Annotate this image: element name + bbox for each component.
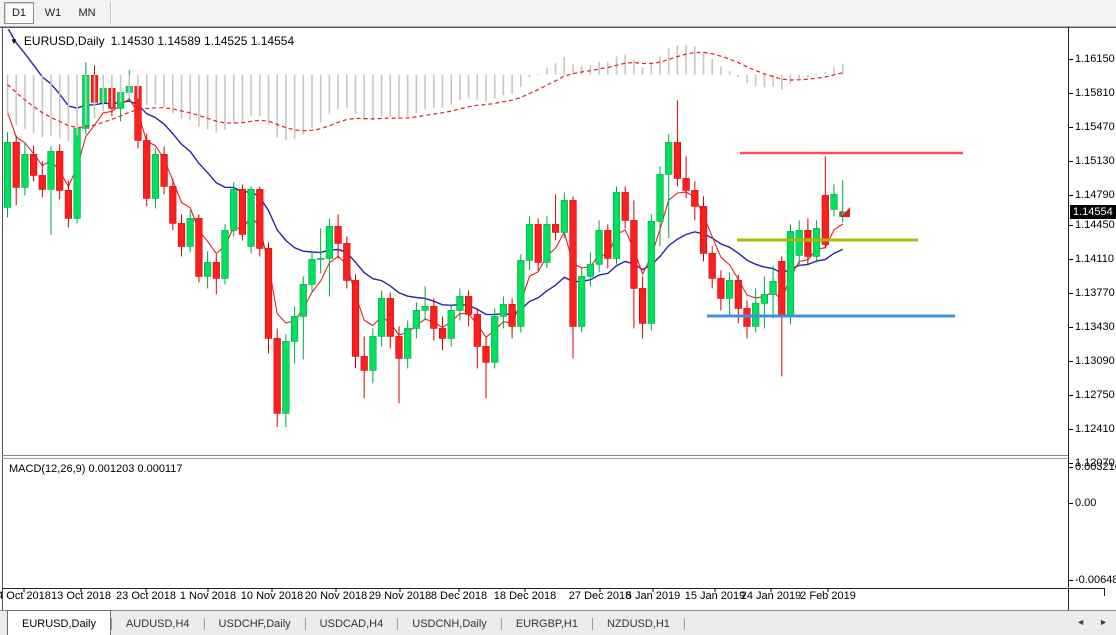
price-scale-label: 1.13090 <box>1075 355 1115 367</box>
collapse-caret-icon[interactable]: ▼ <box>10 37 18 46</box>
price-scale-tick <box>1069 59 1073 60</box>
price-scale-tick <box>1069 463 1073 464</box>
macd-scale-label: 0.003216 <box>1075 461 1116 473</box>
chart-ohlc-values: 1.14530 1.14589 1.14525 1.14554 <box>110 34 295 48</box>
chart-tab-bar: EURUSD,Daily AUDUSD,H4 USDCHF,Daily USDCAD,… <box>0 610 1116 635</box>
price-scale-label: 1.16150 <box>1075 53 1115 65</box>
current-price-badge: 1.14554 <box>1070 205 1116 219</box>
metatrader-window: D1 W1 MN ▼ EURUSD,Daily 1.14530 1.14589 1.… <box>0 0 1116 635</box>
timeframe-button-w1[interactable]: W1 <box>38 2 68 24</box>
macd-indicator-label: MACD(12,26,9) 0.001203 0.000117 <box>9 463 183 475</box>
time-axis-border <box>2 588 1104 589</box>
toolbar-separator <box>110 2 112 24</box>
date-axis-tick <box>827 588 829 592</box>
chart-tab-eurgbp[interactable]: EURGBP,H1 <box>502 611 592 635</box>
tab-scroll-arrows: ◄ ► <box>1076 611 1108 633</box>
price-scale-label: 1.15810 <box>1075 87 1115 99</box>
date-axis-tick <box>714 588 716 592</box>
price-scale-label: 1.12750 <box>1075 389 1115 401</box>
tab-separator <box>683 617 685 630</box>
price-scale-tick <box>1069 429 1073 430</box>
price-scale-tick <box>1069 161 1073 162</box>
date-axis-tick <box>207 588 209 592</box>
date-axis-tick <box>399 588 401 592</box>
timeframe-buttons: D1 W1 MN <box>0 2 102 24</box>
timeframe-button-mn[interactable]: MN <box>72 2 102 24</box>
macd-scale-tick <box>1069 503 1073 504</box>
price-scale-label: 1.15470 <box>1075 121 1115 133</box>
date-axis-tick <box>524 588 526 592</box>
price-scale-label: 1.13770 <box>1075 287 1115 299</box>
chart-tabs: EURUSD,Daily AUDUSD,H4 USDCHF,Daily USDCAD,… <box>0 610 685 635</box>
price-scale-label: 1.15130 <box>1075 155 1115 167</box>
chart-tab-usdcad[interactable]: USDCAD,H4 <box>306 611 398 635</box>
macd-scale-label: -0.006485 <box>1075 574 1116 586</box>
chart-tab-nzdusd[interactable]: NZDUSD,H1 <box>593 611 684 635</box>
date-axis-tick <box>23 588 25 592</box>
chart-symbol-label: EURUSD,Daily <box>23 34 105 48</box>
price-scale-tick <box>1069 259 1073 260</box>
price-scale-label: 1.14450 <box>1075 219 1115 231</box>
price-scale-tick <box>1069 293 1073 294</box>
scale-separator <box>1068 27 1069 610</box>
date-axis-tick <box>80 588 82 592</box>
price-scale-label: 1.14110 <box>1075 253 1114 265</box>
chart-tab-usdchf[interactable]: USDCHF,Daily <box>205 611 305 635</box>
date-axis-tick <box>652 588 654 592</box>
tab-scroll-right-icon[interactable]: ► <box>1099 617 1108 627</box>
price-scale-tick <box>1069 327 1073 328</box>
chart-window[interactable]: ▼ EURUSD,Daily 1.14530 1.14589 1.14525 1… <box>0 27 1116 610</box>
price-scale-label: 1.12410 <box>1075 423 1115 435</box>
pane-splitter[interactable] <box>2 455 1068 456</box>
timeframe-button-d1[interactable]: D1 <box>4 2 34 24</box>
timeframe-toolbar: D1 W1 MN <box>0 0 1116 27</box>
tab-scroll-left-icon[interactable]: ◄ <box>1076 617 1085 627</box>
chart-top-border <box>0 27 1116 28</box>
date-axis-tick <box>335 588 337 592</box>
macd-scale-tick <box>1069 580 1073 581</box>
chart-title: ▼ EURUSD,Daily 1.14530 1.14589 1.14525 1… <box>10 34 294 48</box>
price-scale-tick <box>1069 127 1073 128</box>
date-axis-tick <box>770 588 772 592</box>
price-scale-label: 1.13430 <box>1075 321 1115 333</box>
price-scale-tick <box>1069 395 1073 396</box>
macd-scale-tick <box>1069 467 1073 468</box>
macd-scale-label: 0.00 <box>1075 497 1097 509</box>
macd-histogram <box>6 44 844 142</box>
axis-corner-stub <box>1104 588 1105 596</box>
date-axis-tick <box>458 588 460 592</box>
price-scale-tick <box>1069 195 1073 196</box>
chart-tab-audusd[interactable]: AUDUSD,H4 <box>112 611 204 635</box>
pane-splitter-lower[interactable] <box>2 458 1068 459</box>
price-scale-tick <box>1069 225 1073 226</box>
chart-tab-usdcnh[interactable]: USDCNH,Daily <box>398 611 501 635</box>
price-scale-tick <box>1069 361 1073 362</box>
price-scale-label: 1.14790 <box>1075 189 1115 201</box>
date-axis-tick <box>599 588 601 592</box>
date-axis-label: 4 Oct 2018 <box>0 590 51 602</box>
chart-left-border <box>2 27 3 610</box>
date-axis-tick <box>271 588 273 592</box>
price-scale-tick <box>1069 93 1073 94</box>
date-axis-tick <box>145 588 147 592</box>
chart-tab-eurusd[interactable]: EURUSD,Daily <box>7 610 111 635</box>
